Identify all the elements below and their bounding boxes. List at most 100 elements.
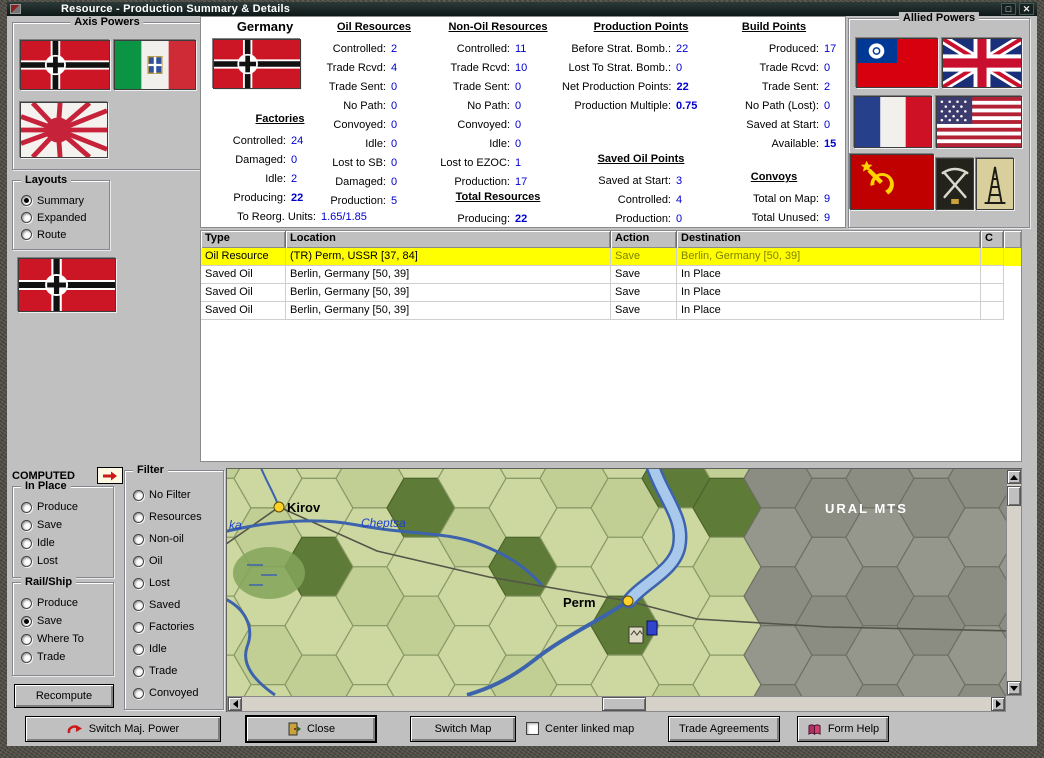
radio-dot bbox=[21, 652, 32, 663]
left-arrow-icon bbox=[233, 700, 238, 708]
filter-option[interactable]: Trade bbox=[133, 660, 223, 682]
layouts-radio-group: Summary Expanded Route bbox=[13, 181, 109, 243]
scroll-down-button[interactable] bbox=[1007, 681, 1021, 695]
switch-major-power-button[interactable]: Switch Maj. Power bbox=[25, 716, 221, 742]
radio-label: No Filter bbox=[149, 489, 191, 501]
scroll-left-button[interactable] bbox=[228, 697, 242, 711]
col-header-convoy[interactable]: C bbox=[981, 231, 1004, 248]
layout-option[interactable]: Summary bbox=[21, 192, 109, 209]
cell-type: Oil Resource bbox=[201, 248, 286, 266]
radio-dot bbox=[21, 556, 32, 567]
col-header-action[interactable]: Action bbox=[611, 231, 677, 248]
flag-usa-icon[interactable] bbox=[936, 96, 1022, 148]
col-header-location[interactable]: Location bbox=[286, 231, 611, 248]
col-header-destination[interactable]: Destination bbox=[677, 231, 981, 248]
filter-label: Filter bbox=[133, 464, 168, 476]
in-place-group: In Place Produce Save Idle Lost bbox=[12, 486, 114, 578]
radio-dot bbox=[21, 502, 32, 513]
selected-power-flag-germany-icon[interactable] bbox=[18, 258, 116, 312]
filter-option[interactable]: Non-oil bbox=[133, 528, 223, 550]
flag-japan-icon[interactable] bbox=[20, 102, 108, 158]
summary-row: Produced:17 bbox=[704, 39, 844, 58]
horizontal-scroll-thumb[interactable] bbox=[602, 697, 646, 711]
summary-row: Trade Sent:2 bbox=[704, 77, 844, 96]
map-panel[interactable]: Kirov ka Cheptsa Perm URAL MTS bbox=[226, 468, 1022, 712]
cell-destination: Berlin, Germany [50, 39] bbox=[677, 248, 981, 266]
recompute-label: Recompute bbox=[36, 690, 92, 702]
table-row[interactable]: Saved Oil Berlin, Germany [50, 39] Save … bbox=[201, 284, 1021, 302]
radio-dot bbox=[133, 578, 144, 589]
rail-ship-option[interactable]: Save bbox=[21, 612, 113, 630]
resource-detail-table: Type Location Action Destination C Oil R… bbox=[200, 230, 1022, 462]
in-place-option[interactable]: Idle bbox=[21, 534, 113, 552]
map-horizontal-scrollbar[interactable] bbox=[227, 696, 1006, 712]
filter-option[interactable]: Lost bbox=[133, 572, 223, 594]
saved-oil-points-section: Saved Oil Points Saved at Start:3 Contro… bbox=[562, 153, 720, 228]
close-window-button[interactable]: ✕ bbox=[1019, 3, 1034, 15]
layout-option[interactable]: Route bbox=[21, 226, 109, 243]
trade-agreements-button[interactable]: Trade Agreements bbox=[668, 716, 780, 742]
map-label-kirov: Kirov bbox=[287, 500, 321, 515]
in-place-option[interactable]: Lost bbox=[21, 552, 113, 570]
hex-map[interactable]: Kirov ka Cheptsa Perm URAL MTS bbox=[227, 469, 1006, 696]
recompute-button[interactable]: Recompute bbox=[14, 684, 114, 708]
filter-option[interactable]: No Filter bbox=[133, 484, 223, 506]
center-linked-map-checkbox[interactable]: Center linked map bbox=[526, 722, 634, 735]
down-arrow-icon bbox=[1010, 686, 1018, 691]
flag-ussr-icon[interactable] bbox=[850, 154, 934, 210]
table-row[interactable]: Saved Oil Berlin, Germany [50, 39] Save … bbox=[201, 266, 1021, 284]
checkbox-box[interactable] bbox=[526, 722, 539, 735]
table-row[interactable]: Oil Resource (TR) Perm, USSR [37, 84] Sa… bbox=[201, 248, 1021, 266]
filter-option[interactable]: Factories bbox=[133, 616, 223, 638]
city-dot-perm bbox=[623, 596, 633, 606]
red-curved-arrow-icon bbox=[67, 722, 83, 736]
up-arrow-icon bbox=[1010, 475, 1018, 480]
flag-uk-icon[interactable] bbox=[942, 38, 1022, 88]
close-label: Close bbox=[307, 723, 335, 735]
summary-row: Trade Rcvd:10 bbox=[437, 58, 559, 77]
filter-option[interactable]: Oil bbox=[133, 550, 223, 572]
cell-location: (TR) Perm, USSR [37, 84] bbox=[286, 248, 611, 266]
rail-ship-option[interactable]: Trade bbox=[21, 648, 113, 666]
flag-france-icon[interactable] bbox=[854, 96, 932, 148]
mine-resource-icon[interactable] bbox=[936, 158, 974, 210]
filter-option[interactable]: Idle bbox=[133, 638, 223, 660]
summary-flag-germany-icon bbox=[213, 39, 301, 89]
filter-option[interactable]: Saved bbox=[133, 594, 223, 616]
flag-china-icon[interactable] bbox=[856, 38, 938, 88]
oil-resources-section: Oil Resources Controlled:2 Trade Rcvd:4 … bbox=[313, 21, 435, 210]
flag-germany-icon[interactable] bbox=[20, 40, 110, 90]
rail-ship-option[interactable]: Produce bbox=[21, 594, 113, 612]
filter-option[interactable]: Resources bbox=[133, 506, 223, 528]
close-button[interactable]: Close bbox=[246, 716, 376, 742]
filter-option[interactable]: Convoyed bbox=[133, 682, 223, 704]
radio-label: Trade bbox=[149, 665, 177, 677]
layout-option[interactable]: Expanded bbox=[21, 209, 109, 226]
in-place-label: In Place bbox=[21, 480, 71, 492]
map-vertical-scrollbar[interactable] bbox=[1006, 469, 1022, 696]
summary-row: Saved at Start:3 bbox=[562, 171, 720, 190]
form-help-button[interactable]: Form Help bbox=[797, 716, 889, 742]
radio-label: Save bbox=[37, 519, 62, 531]
rail-ship-label: Rail/Ship bbox=[21, 576, 76, 588]
table-row[interactable]: Saved Oil Berlin, Germany [50, 39] Save … bbox=[201, 302, 1021, 320]
oil-derrick-icon[interactable] bbox=[976, 158, 1014, 210]
maximize-button[interactable]: □ bbox=[1001, 3, 1016, 15]
summary-row: Trade Rcvd:0 bbox=[704, 58, 844, 77]
col-header-type[interactable]: Type bbox=[201, 231, 286, 248]
vertical-scroll-thumb[interactable] bbox=[1007, 486, 1021, 506]
radio-dot bbox=[21, 616, 32, 627]
flag-italy-icon[interactable] bbox=[114, 40, 196, 90]
rail-ship-option[interactable]: Where To bbox=[21, 630, 113, 648]
computed-arrow-button[interactable] bbox=[97, 467, 123, 484]
scroll-up-button[interactable] bbox=[1007, 470, 1021, 484]
in-place-option[interactable]: Save bbox=[21, 516, 113, 534]
summary-row: No Path:0 bbox=[437, 96, 559, 115]
help-book-icon bbox=[807, 723, 822, 736]
title-bar[interactable]: Resource - Production Summary & Details … bbox=[7, 2, 1037, 16]
scroll-right-button[interactable] bbox=[991, 697, 1005, 711]
radio-label: Lost bbox=[149, 577, 170, 589]
in-place-option[interactable]: Produce bbox=[21, 498, 113, 516]
switch-map-button[interactable]: Switch Map bbox=[410, 716, 516, 742]
total-resources-section: Total Resources Producing:22 bbox=[437, 191, 559, 228]
